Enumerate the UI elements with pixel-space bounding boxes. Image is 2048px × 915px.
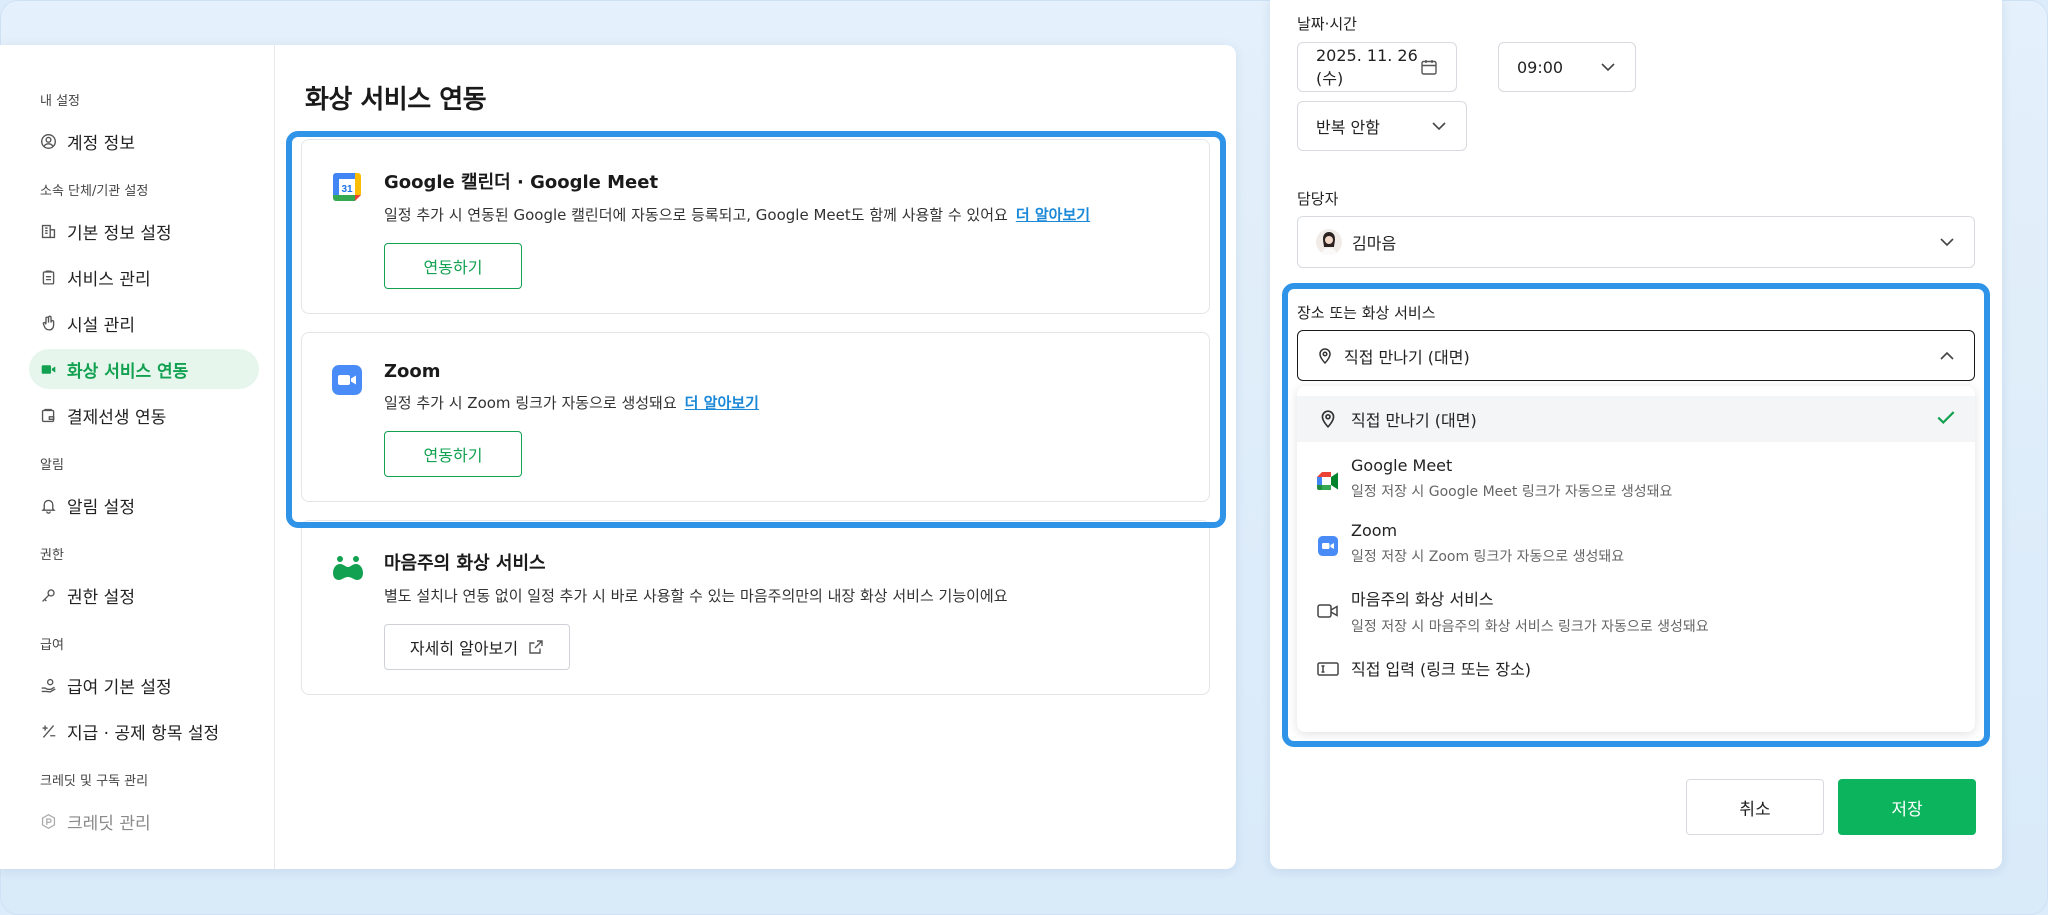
clipboard-icon: [39, 268, 57, 286]
sidebar-item-label: 기본 정보 설정: [67, 223, 172, 244]
key-icon: [39, 586, 57, 604]
save-button[interactable]: 저장: [1838, 779, 1976, 835]
sidebar-item-basic-info[interactable]: 기본 정보 설정: [29, 211, 259, 251]
sidebar-item-account-info[interactable]: 계정 정보: [29, 121, 259, 161]
option-manual-input[interactable]: 직접 입력 (링크 또는 장소): [1297, 656, 1975, 680]
zoom-icon: [1317, 535, 1339, 557]
maeumjuui-logo-icon: [330, 551, 364, 585]
sidebar-item-permission-settings[interactable]: 권한 설정: [29, 575, 259, 615]
sidebar-group-heading: 소속 단체/기관 설정: [40, 184, 149, 199]
sidebar-item-payment-integration[interactable]: 결제선생 연동: [29, 395, 259, 435]
sidebar-group-heading: 내 설정: [40, 94, 81, 109]
card-title: 마음주의 화상 서비스: [384, 553, 546, 574]
chevron-down-icon: [1940, 238, 1954, 247]
settings-sidebar: 내 설정 계정 정보 소속 단체/기관 설정 기본 정보 설정 서비스 관리 시…: [0, 45, 275, 869]
sidebar-group-heading: 급여: [40, 638, 64, 653]
sidebar-item-label: 계정 정보: [67, 133, 135, 154]
sidebar-item-label: 권한 설정: [67, 587, 135, 608]
datetime-label: 날짜·시간: [1297, 15, 1357, 33]
external-link-icon: [529, 640, 543, 654]
bell-icon: [39, 496, 57, 514]
sidebar-item-label: 알림 설정: [67, 497, 135, 518]
google-connect-button[interactable]: 연동하기: [384, 243, 522, 289]
time-select[interactable]: 09:00: [1498, 42, 1636, 92]
calendar-icon: [1421, 60, 1437, 75]
assignee-label: 담당자: [1297, 190, 1339, 208]
chevron-up-icon: [1940, 351, 1954, 360]
sidebar-group-organization: 소속 단체/기관 설정 기본 정보 설정 서비스 관리 시설 관리 화상 서비스…: [0, 181, 274, 435]
svg-text:31: 31: [341, 184, 353, 195]
zoom-connect-button[interactable]: 연동하기: [384, 431, 522, 477]
assignee-select[interactable]: 김마음: [1297, 216, 1975, 268]
video-camera-outline-icon: [1317, 600, 1339, 622]
card-title: Zoom: [384, 361, 441, 382]
sidebar-item-payroll-basic[interactable]: 급여 기본 설정: [29, 665, 259, 705]
user-circle-icon: [39, 132, 57, 150]
option-in-person[interactable]: 직접 만나기 (대면): [1297, 396, 1975, 442]
sidebar-item-video-service[interactable]: 화상 서비스 연동: [29, 349, 259, 389]
chevron-down-icon: [1432, 122, 1446, 131]
sidebar-item-label: 서비스 관리: [67, 269, 151, 290]
sidebar-item-credit-management[interactable]: 크레딧 관리: [29, 801, 259, 841]
card-title: Google 캘린더 · Google Meet: [384, 172, 659, 193]
sidebar-group-credits: 크레딧 및 구독 관리 크레딧 관리: [0, 771, 274, 841]
option-maeumjuui-video[interactable]: 마음주의 화상 서비스 일정 저장 시 마음주의 화상 서비스 링크가 자동으로…: [1297, 586, 1975, 636]
maeumjuui-video-card: 마음주의 화상 서비스 별도 설치나 연동 없이 일정 추가 시 바로 사용할 …: [301, 520, 1210, 695]
learn-more-link[interactable]: 더 알아보기: [1016, 206, 1090, 224]
google-calendar-icon: 31: [330, 170, 364, 204]
location-select[interactable]: 직접 만나기 (대면): [1297, 330, 1975, 381]
video-service-content: 화상 서비스 연동 31 Google 캘린더 · Google Meet 일정…: [275, 45, 1236, 869]
zoom-integration-card: Zoom 일정 추가 시 Zoom 링크가 자동으로 생성돼요 더 알아보기 연동…: [301, 332, 1210, 502]
input-text-icon: [1317, 658, 1339, 680]
checkmark-icon: [1935, 406, 1957, 432]
zoom-icon: [330, 363, 364, 397]
learn-details-button[interactable]: 자세히 알아보기: [384, 624, 570, 670]
settings-window: 내 설정 계정 정보 소속 단체/기관 설정 기본 정보 설정 서비스 관리 시…: [0, 45, 1236, 869]
option-google-meet[interactable]: Google Meet 일정 저장 시 Google Meet 링크가 자동으로…: [1297, 456, 1975, 501]
sidebar-item-label: 크레딧 관리: [67, 813, 151, 834]
payment-icon: [39, 406, 57, 424]
sidebar-item-label: 시설 관리: [67, 315, 135, 336]
card-description: 별도 설치나 연동 없이 일정 추가 시 바로 사용할 수 있는 마음주의만의 …: [384, 587, 1008, 605]
sidebar-group-permissions: 권한 권한 설정: [0, 545, 274, 615]
sidebar-item-pay-deduction[interactable]: 지급 · 공제 항목 설정: [29, 711, 259, 751]
sidebar-group-payroll: 급여 급여 기본 설정 지급 · 공제 항목 설정: [0, 635, 274, 751]
sidebar-item-label: 급여 기본 설정: [67, 677, 172, 698]
avatar: [1316, 229, 1342, 255]
hand-coin-icon: [39, 676, 57, 694]
sidebar-group-heading: 크레딧 및 구독 관리: [40, 774, 149, 789]
sidebar-item-label: 결제선생 연동: [67, 407, 167, 428]
credit-p-icon: [39, 812, 57, 830]
chevron-down-icon: [1601, 63, 1615, 72]
sidebar-item-facility-management[interactable]: 시설 관리: [29, 303, 259, 343]
google-meet-icon: [1317, 470, 1339, 492]
hand-icon: [39, 314, 57, 332]
sidebar-group-my-settings: 내 설정 계정 정보: [0, 91, 274, 161]
video-camera-icon: [39, 360, 57, 378]
map-pin-icon: [1319, 347, 1331, 364]
sidebar-item-label: 화상 서비스 연동: [67, 361, 189, 382]
google-integration-card: 31 Google 캘린더 · Google Meet 일정 추가 시 연동된 …: [301, 139, 1210, 314]
card-description: 일정 추가 시 Zoom 링크가 자동으로 생성돼요 더 알아보기: [384, 394, 759, 412]
sidebar-item-label: 지급 · 공제 항목 설정: [67, 723, 220, 744]
location-dropdown-menu: 직접 만나기 (대면) Google Meet 일정 저장 시 Google M…: [1297, 386, 1975, 732]
plus-minus-icon: [39, 722, 57, 740]
option-zoom[interactable]: Zoom 일정 저장 시 Zoom 링크가 자동으로 생성돼요: [1297, 521, 1975, 566]
sidebar-group-heading: 알림: [40, 458, 64, 473]
building-icon: [39, 222, 57, 240]
sidebar-item-service-management[interactable]: 서비스 관리: [29, 257, 259, 297]
map-pin-icon: [1317, 408, 1339, 430]
repeat-select[interactable]: 반복 안함: [1297, 101, 1467, 151]
cancel-button[interactable]: 취소: [1686, 779, 1824, 835]
sidebar-item-notification-settings[interactable]: 알림 설정: [29, 485, 259, 525]
sidebar-group-heading: 권한: [40, 548, 64, 563]
page-title: 화상 서비스 연동: [305, 85, 487, 115]
card-description: 일정 추가 시 연동된 Google 캘린더에 자동으로 등록되고, Googl…: [384, 206, 1091, 224]
learn-more-link[interactable]: 더 알아보기: [685, 394, 759, 412]
sidebar-group-notifications: 알림 알림 설정: [0, 455, 274, 525]
date-picker[interactable]: 2025. 11. 26 (수): [1297, 42, 1457, 92]
location-label: 장소 또는 화상 서비스: [1297, 304, 1436, 322]
